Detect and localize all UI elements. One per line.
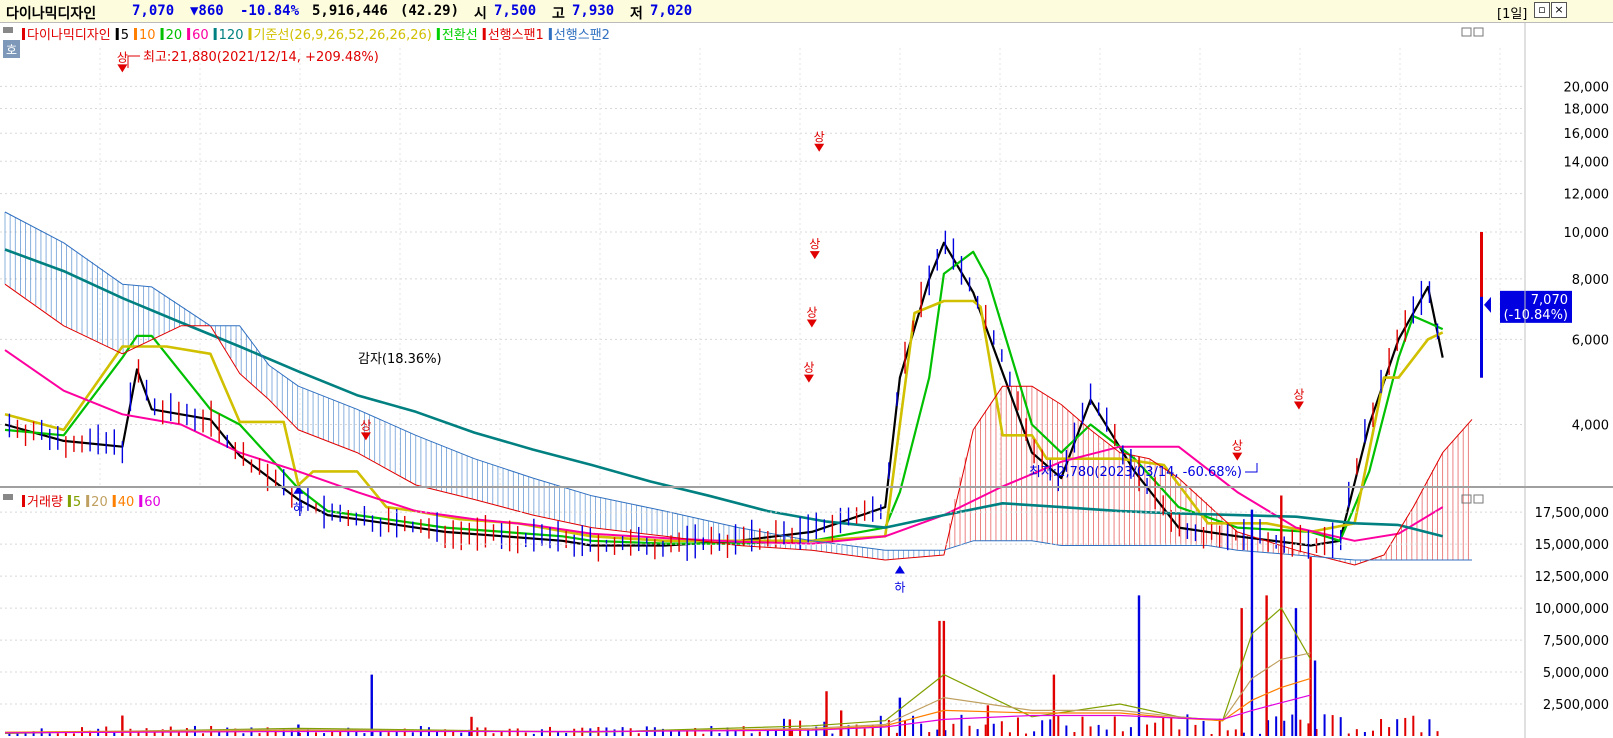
price-axis-tick-label: 20,000 xyxy=(1564,80,1610,95)
signal-label: 하 xyxy=(293,501,304,515)
trade-volume: 5,916,446 xyxy=(312,3,388,19)
price-axis-tick-label: 8,000 xyxy=(1572,273,1609,288)
header-bar: 다이나믹디자인 7,070 ▼860 -10.84% 5,916,446 (42… xyxy=(0,0,1613,23)
legend-swatch xyxy=(436,28,440,40)
volume-axis-tick-label: 5,000,000 xyxy=(1543,666,1609,681)
volume-axis-tick-label: 12,500,000 xyxy=(1535,570,1609,585)
signal-label: 상 xyxy=(360,418,371,432)
legend-swatch xyxy=(482,28,486,40)
price-panel: 상하상상상상상하상상 4,0006,0008,00010,00012,00014… xyxy=(0,23,1613,595)
volume-axis-tick-label: 2,500,000 xyxy=(1543,698,1609,713)
volume-panel-close-icon[interactable] xyxy=(1473,494,1484,504)
volume-legend-label: 20 xyxy=(91,495,108,510)
signal-label: 하 xyxy=(894,581,905,595)
price-axis-tick-label: 10,000 xyxy=(1564,226,1610,241)
legend-swatch xyxy=(139,495,143,507)
volume-panel-menu-icon[interactable] xyxy=(3,494,13,500)
price-change: ▼860 xyxy=(190,3,224,19)
volume-legend-label: 40 xyxy=(118,495,135,510)
signal-label: 상 xyxy=(1232,439,1243,453)
signal-label: 상 xyxy=(117,50,128,64)
signal-label: 상 xyxy=(809,237,820,251)
legend-label: 기준선(26,9,26,52,26,26,26) xyxy=(253,28,431,43)
signal-label: 상 xyxy=(814,130,825,144)
price-axis-tick-label: 18,000 xyxy=(1564,102,1610,117)
volume-ma-line-5 xyxy=(4,607,1312,734)
current-price-tag-value: 7,070 xyxy=(1531,293,1568,308)
signal-label: 상 xyxy=(803,361,814,375)
legend-swatch xyxy=(115,28,119,40)
legend-swatch xyxy=(22,495,25,507)
volume-legend-label: 60 xyxy=(144,495,161,510)
low-label: 저 xyxy=(630,6,643,22)
open-price: 7,500 xyxy=(494,3,537,19)
high-label: 고 xyxy=(552,6,565,22)
panel-menu-icon[interactable] xyxy=(3,27,13,33)
overlap-annotation: 감자(18.36%) xyxy=(358,352,442,367)
chart-area: 상하상상상상상하상상 4,0006,0008,00010,00012,00014… xyxy=(0,23,1613,738)
legend-swatch xyxy=(187,28,191,40)
high-price: 7,930 xyxy=(572,3,615,19)
legend-swatch xyxy=(134,28,138,40)
legend-swatch xyxy=(248,28,252,40)
volume-legend-label: 5 xyxy=(73,495,81,510)
legend-swatch xyxy=(86,495,90,507)
legend-label: 선행스팬2 xyxy=(554,27,610,43)
signal-label: 상 xyxy=(1293,388,1304,402)
high-annotation: 최고:21,880(2021/12/14, +209.48%) xyxy=(143,50,379,65)
legend-swatch xyxy=(548,28,552,40)
legend-label: 120 xyxy=(219,28,244,43)
volume-axis-tick-label: 15,000,000 xyxy=(1535,538,1609,553)
stock-name: 다이나믹디자인 xyxy=(6,6,97,22)
open-label: 시 xyxy=(474,6,487,22)
volume-ratio: (42.29) xyxy=(400,3,460,19)
signal-label: 상 xyxy=(806,306,817,320)
current-price-tag-pct: (-10.84%) xyxy=(1504,308,1568,323)
legend-swatch xyxy=(22,28,25,40)
volume-legend-label: 거래량 xyxy=(27,495,63,510)
legend-label: 선행스팬1 xyxy=(488,27,544,43)
corner-badge-label: 호 xyxy=(6,43,17,57)
current-price: 7,070 xyxy=(132,3,175,19)
legend-label: 다이나믹디자인 xyxy=(27,28,111,43)
low-price: 7,020 xyxy=(650,3,693,19)
signal-arrow-up xyxy=(894,565,905,574)
price-axis-tick-label: 16,000 xyxy=(1564,127,1610,142)
price-axis-tick-label: 6,000 xyxy=(1572,333,1609,348)
legend-label: 10 xyxy=(139,28,156,43)
price-change-pct: -10.84% xyxy=(240,3,300,19)
legend-swatch xyxy=(160,28,164,40)
volume-axis-tick-label: 7,500,000 xyxy=(1543,634,1609,649)
price-axis-tick-label: 12,000 xyxy=(1564,188,1610,203)
maximize-button[interactable]: ▫ xyxy=(1534,2,1550,18)
legend-label: 60 xyxy=(192,28,209,43)
legend-label: 5 xyxy=(121,28,129,43)
volume-axis-tick-label: 10,000,000 xyxy=(1535,602,1609,617)
legend-swatch xyxy=(67,495,71,507)
legend-swatch xyxy=(112,495,116,507)
legend-label: 20 xyxy=(166,28,183,43)
volume-panel: 2,500,000 5,000,000 7,500,000 10,000,000 12,… xyxy=(0,488,1609,738)
close-button[interactable]: × xyxy=(1551,2,1567,18)
legend-label: 전환선 xyxy=(442,28,478,43)
period-selector[interactable]: [1일] xyxy=(1497,3,1527,22)
price-axis-tick-label: 14,000 xyxy=(1564,155,1610,170)
legend-swatch xyxy=(213,28,217,40)
volume-axis-tick-label: 17,500,000 xyxy=(1535,506,1609,521)
low-annotation: 최저:2,780(2023/03/14, -60.68%) xyxy=(1029,465,1242,480)
price-axis-tick-label: 4,000 xyxy=(1572,419,1609,434)
price-range-bar-down xyxy=(1480,296,1483,378)
